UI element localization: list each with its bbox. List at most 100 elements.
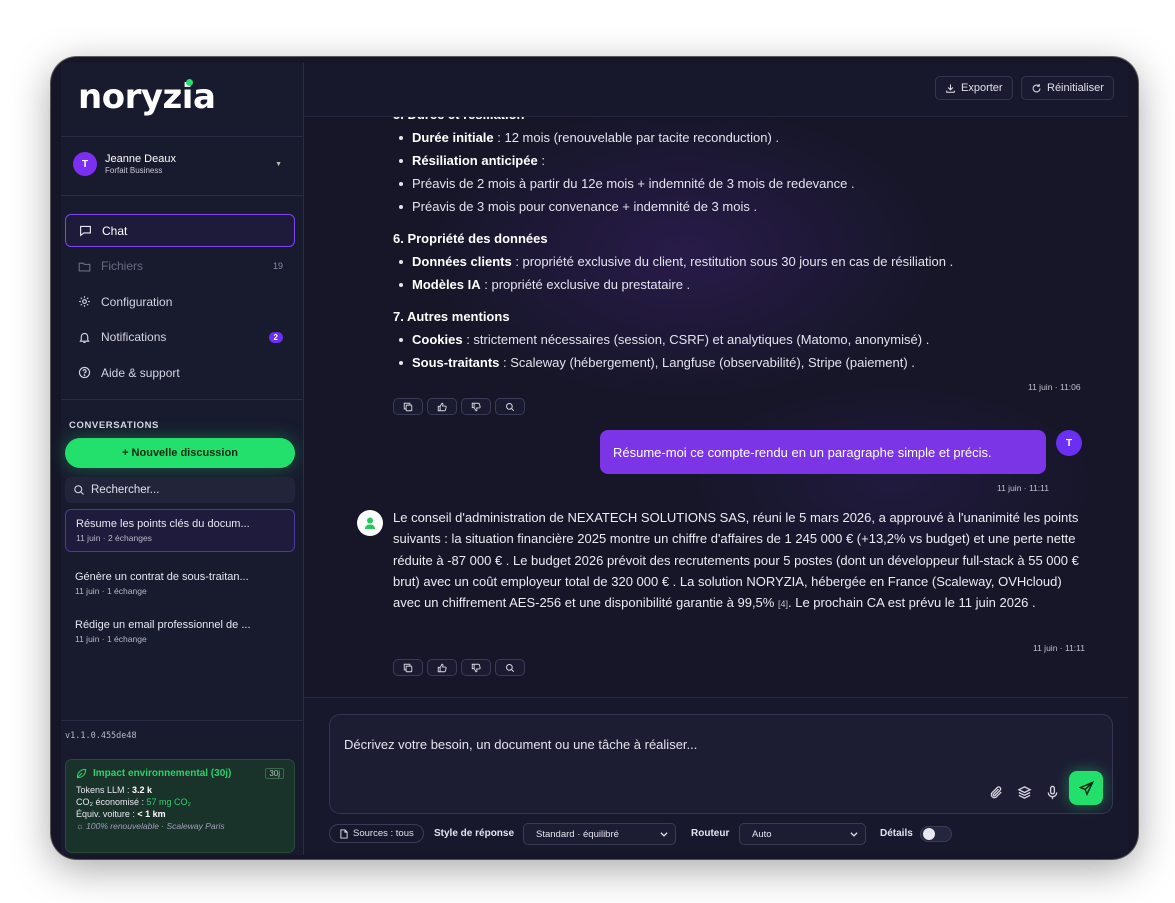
toggle-knob [923, 828, 935, 840]
conversation-item[interactable]: Rédige un email professionnel de ... 11 … [65, 611, 295, 652]
app-window: noryzia T Jeanne Deaux Forfait Business … [51, 57, 1138, 859]
term: Données clients [412, 254, 512, 269]
divider [61, 195, 303, 196]
nav-label: Chat [102, 223, 128, 238]
answer-text-end: . Le prochain CA est prévu le 11 juin 20… [787, 595, 1036, 611]
copy-button[interactable] [393, 659, 423, 676]
nav-item-chat[interactable]: Chat [65, 214, 295, 247]
folder-icon [77, 259, 91, 273]
conversation-title: Rédige un email professionnel de ... [75, 619, 251, 631]
thumbs-down-icon [471, 402, 481, 411]
magnifier-icon [506, 402, 515, 411]
conversations-heading: CONVERSATIONS [69, 420, 159, 431]
thumbs-down-button[interactable] [461, 398, 491, 415]
thumbs-up-button[interactable] [427, 398, 457, 415]
message-input-placeholder: Décrivez votre besoin, un document ou un… [344, 737, 698, 752]
message-timestamp: 11 juin · 11:06 [1028, 382, 1081, 392]
conversation-title: Génère un contrat de sous-traitan... [75, 571, 249, 583]
user-message: Résume-moi ce compte-rendu en un paragra… [600, 430, 1046, 474]
term-text: : [537, 153, 545, 168]
search-placeholder: Rechercher... [91, 484, 160, 496]
version-label: v1.1.0.455de48 [65, 731, 137, 741]
conversation-item[interactable]: Résume les points clés du docum... 11 ju… [65, 509, 295, 552]
divider [61, 720, 303, 721]
term: Durée initiale [412, 130, 494, 145]
logo-text: noryzia [78, 77, 216, 117]
section-heading: 5. Durée et résiliation [393, 117, 1093, 126]
term-text: Préavis de 3 mois pour convenance + inde… [412, 199, 758, 214]
search-sources-button[interactable] [495, 659, 525, 676]
layers-icon [1016, 785, 1032, 799]
details-toggle[interactable] [920, 826, 952, 842]
thumbs-up-button[interactable] [427, 659, 457, 676]
avatar: T [73, 152, 97, 176]
sidebar: noryzia T Jeanne Deaux Forfait Business … [61, 63, 304, 855]
list-item: Préavis de 3 mois pour convenance + inde… [393, 195, 1093, 218]
conversation-meta: 11 juin · 2 échanges [76, 533, 152, 543]
conversation-item[interactable]: Génère un contrat de sous-traitan... 11 … [65, 563, 295, 604]
message-input[interactable]: Décrivez votre besoin, un document ou un… [329, 714, 1113, 814]
composer-area: Décrivez votre besoin, un document ou un… [304, 697, 1128, 855]
reset-button[interactable]: Réinitialiser [1021, 76, 1114, 100]
copy-icon [403, 402, 413, 411]
environmental-impact-card: Impact environnemental (30j) 30j Tokens … [65, 759, 295, 853]
style-select-value: Standard · équilibré [536, 828, 619, 840]
search-icon [74, 485, 84, 495]
nav-item-files[interactable]: Fichiers 19 [65, 250, 295, 283]
export-button[interactable]: Exporter [935, 76, 1013, 100]
message-actions [393, 398, 525, 415]
thumbs-up-icon [437, 663, 447, 672]
message-list: 5. Durée et résiliation Durée initiale :… [304, 117, 1128, 697]
term-text: : propriété exclusive du client, restitu… [511, 254, 954, 269]
message-timestamp: 11 juin · 11:11 [997, 483, 1049, 493]
sources-button[interactable]: Sources : tous [329, 824, 424, 843]
layers-button[interactable] [1015, 783, 1033, 801]
nav-item-configuration[interactable]: Configuration [65, 285, 295, 318]
sources-label: Sources : tous [353, 828, 414, 839]
message-timestamp: 11 juin · 11:11 [1033, 643, 1085, 653]
term-text: : propriété exclusive du prestataire . [480, 277, 691, 292]
divider [61, 399, 303, 400]
list-item: Cookies : strictement nécessaires (sessi… [393, 328, 1093, 351]
assistant-avatar [357, 510, 383, 536]
term-text: : 12 mois (renouvelable par tacite recon… [493, 130, 780, 145]
user-avatar: T [1056, 430, 1082, 456]
style-select[interactable]: Standard · équilibré [523, 823, 676, 845]
refresh-icon [1032, 83, 1041, 92]
conversation-title: Résume les points clés du docum... [76, 518, 250, 530]
term: Modèles IA [412, 277, 481, 292]
term-text: : Scaleway (hébergement), Langfuse (obse… [499, 355, 915, 370]
user-menu[interactable]: T Jeanne Deaux Forfait Business ▼ [73, 149, 288, 179]
citation-ref[interactable]: [4] [778, 599, 788, 609]
message-actions [393, 659, 525, 676]
logo: noryzia [78, 77, 216, 117]
assistant-answer: Le conseil d'administration de NEXATECH … [393, 507, 1083, 615]
co2-label: CO₂ économisé : [76, 797, 145, 807]
conversation-search-input[interactable]: Rechercher... [65, 477, 295, 503]
attach-button[interactable] [987, 783, 1005, 801]
leaf-icon [76, 768, 87, 779]
copy-button[interactable] [393, 398, 423, 415]
document-icon [340, 828, 348, 839]
user-message-text: Résume-moi ce compte-rendu en un paragra… [613, 444, 992, 460]
router-label: Routeur [691, 828, 730, 839]
term: Résiliation anticipée [412, 153, 538, 168]
router-select-value: Auto [752, 828, 772, 840]
microphone-button[interactable] [1043, 783, 1061, 801]
divider [61, 136, 303, 137]
nav-item-notifications[interactable]: Notifications 2 [65, 321, 295, 354]
style-label: Style de réponse [434, 828, 515, 839]
download-icon [946, 83, 955, 93]
nav-label: Notifications [101, 330, 167, 344]
term: Sous-traitants [412, 355, 500, 370]
section-heading: 6. Propriété des données [393, 231, 548, 246]
thumbs-down-button[interactable] [461, 659, 491, 676]
search-sources-button[interactable] [495, 398, 525, 415]
router-select[interactable]: Auto [739, 823, 866, 845]
nav-item-help[interactable]: Aide & support [65, 356, 295, 389]
caret-down-icon: ▼ [275, 160, 282, 168]
section-heading: 7. Autres mentions [393, 309, 510, 324]
send-button[interactable] [1069, 771, 1103, 805]
new-discussion-button[interactable]: + Nouvelle discussion [65, 438, 295, 468]
sun-icon: ☼ [76, 821, 84, 831]
